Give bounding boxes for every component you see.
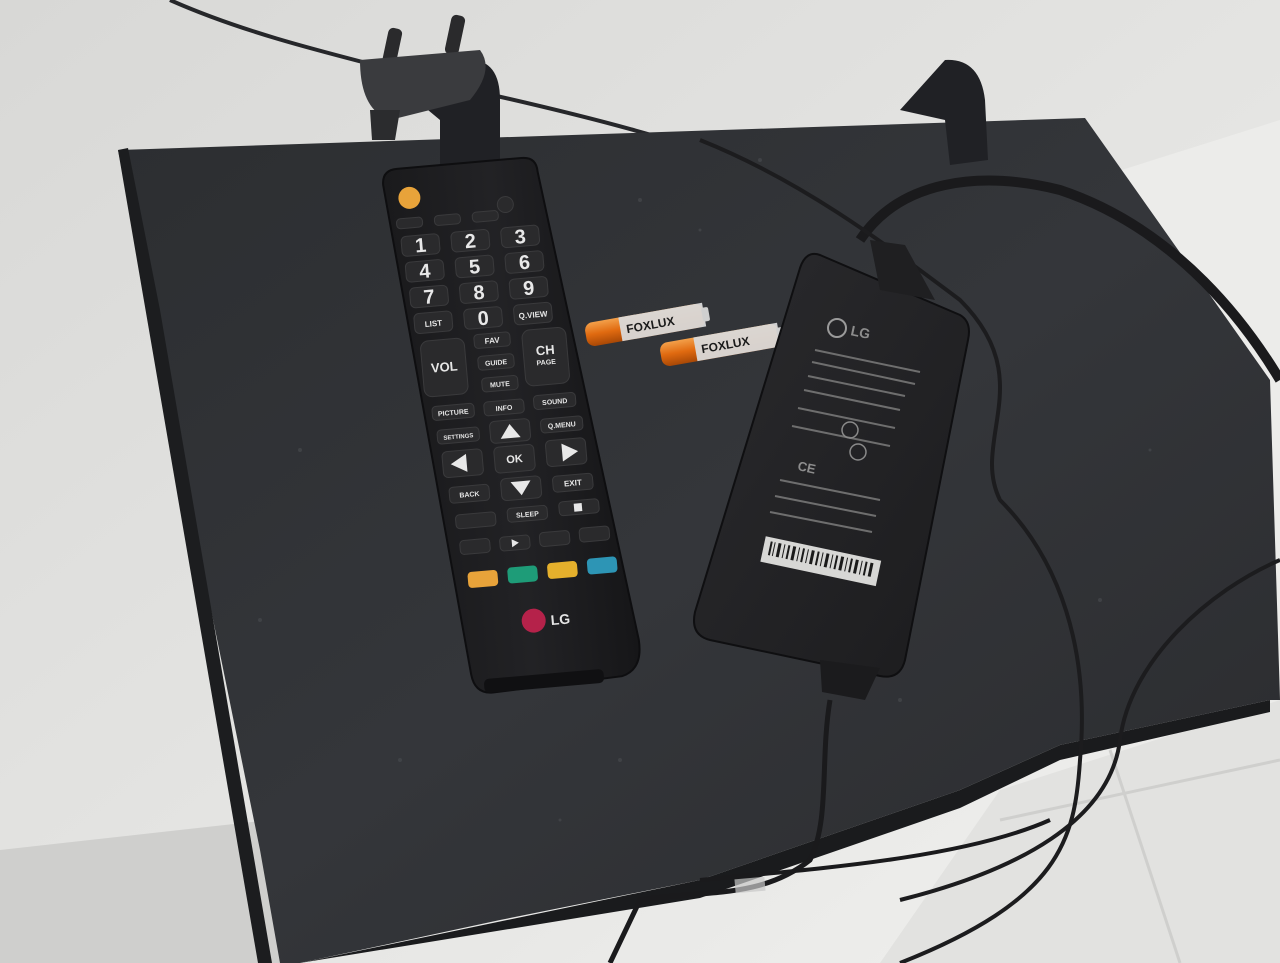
fav-button[interactable]: FAV (473, 331, 511, 349)
info-button[interactable]: INFO (483, 398, 525, 417)
svg-text:EXIT: EXIT (564, 478, 583, 489)
picture-button[interactable]: PICTURE (431, 402, 475, 421)
svg-text:INFO: INFO (496, 405, 514, 413)
up-arrow-button[interactable] (489, 418, 532, 444)
ch-rocker[interactable]: CH PAGE (521, 326, 570, 387)
svg-text:LIST: LIST (424, 319, 442, 329)
small-button[interactable] (471, 210, 499, 223)
yellow-key[interactable] (547, 561, 578, 580)
mute-button[interactable]: MUTE (481, 374, 519, 393)
rewind-button[interactable] (459, 538, 491, 555)
fast-forward-button[interactable] (578, 525, 611, 543)
svg-text:7: 7 (423, 286, 436, 309)
svg-text:VOL: VOL (430, 358, 458, 375)
svg-text:FAV: FAV (484, 336, 500, 346)
settings-button[interactable]: SETTINGS (436, 426, 480, 445)
green-key[interactable] (507, 565, 538, 584)
ok-button[interactable]: OK (493, 443, 536, 474)
sound-button[interactable]: SOUND (532, 392, 577, 410)
pause-button[interactable] (538, 530, 571, 547)
small-button[interactable] (396, 216, 424, 230)
back-button[interactable]: BACK (448, 483, 491, 504)
small-button[interactable] (433, 213, 461, 226)
exit-button[interactable]: EXIT (552, 472, 594, 493)
svg-text:OK: OK (506, 453, 524, 466)
svg-text:CH: CH (535, 342, 555, 359)
svg-text:3: 3 (514, 226, 527, 249)
right-arrow-button[interactable] (545, 437, 588, 467)
svg-text:LG: LG (550, 611, 571, 629)
svg-text:1: 1 (414, 235, 427, 258)
svg-text:5: 5 (468, 256, 481, 279)
sleep-button[interactable]: SLEEP (506, 504, 549, 523)
stop-icon (573, 503, 583, 512)
svg-text:6: 6 (518, 252, 531, 275)
blue-key[interactable] (586, 556, 618, 575)
svg-text:0: 0 (477, 307, 490, 330)
qmenu-button[interactable]: Q.MENU (540, 415, 584, 434)
svg-text:2: 2 (464, 230, 477, 253)
svg-text:8: 8 (472, 282, 485, 305)
vol-rocker[interactable]: VOL (420, 337, 469, 398)
qview-button[interactable]: Q.VIEW (513, 301, 553, 326)
guide-button[interactable]: GUIDE (477, 353, 515, 371)
photo-scene: 1 2 3 4 5 6 7 8 9 LIST 0 Q.VIEW VOL FAV … (0, 0, 1280, 963)
red-key[interactable] (467, 569, 499, 589)
svg-text:9: 9 (522, 277, 535, 300)
list-button[interactable]: LIST (413, 310, 454, 334)
down-arrow-button[interactable] (500, 475, 543, 502)
subtitle-button[interactable] (455, 511, 497, 530)
left-arrow-button[interactable] (441, 448, 484, 479)
